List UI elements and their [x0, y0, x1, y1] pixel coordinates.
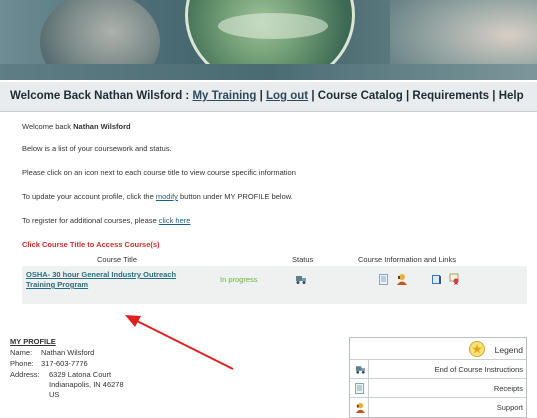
welcome-back-label: Welcome Back Nathan Wilsford : — [10, 90, 190, 102]
modify-link[interactable]: modify — [156, 192, 178, 201]
address-label: Address: — [10, 370, 40, 379]
end-of-course-instructions-icon[interactable] — [295, 274, 307, 285]
welcome-line: Welcome back Nathan Wilsford — [22, 122, 131, 131]
phone-label: Phone: — [10, 359, 34, 368]
status-badge: In progress — [220, 275, 258, 284]
phone-value: 317-603-7776 — [41, 359, 88, 368]
nav-separator: | — [492, 90, 496, 102]
welcome-name: Nathan Wilsford — [73, 122, 131, 131]
legend-header: Legend — [350, 338, 526, 360]
header-banner — [0, 0, 537, 80]
legend-item: Receipts — [350, 379, 526, 398]
legend-title: Legend — [494, 345, 523, 355]
modify-prefix: To update your account profile, click th… — [22, 192, 156, 201]
legend-item-label: Support — [496, 403, 523, 412]
top-nav: Welcome Back Nathan Wilsford : My Traini… — [0, 82, 537, 112]
nav-separator: | — [259, 90, 263, 102]
star-icon — [469, 341, 485, 357]
welcome-prefix: Welcome back — [22, 122, 74, 131]
address-line2: Indianapolis, IN 46278 — [49, 380, 124, 389]
legend-divider — [368, 360, 369, 378]
truck-icon — [355, 366, 366, 374]
support-icon[interactable] — [396, 273, 408, 285]
course-title-header: Course Title — [97, 255, 138, 264]
receipt-icon — [355, 383, 364, 394]
legend-divider — [368, 398, 369, 417]
log-out-link[interactable]: Log out — [266, 90, 308, 102]
nav-separator: | — [311, 90, 315, 102]
support-icon — [355, 402, 366, 413]
requirements-link[interactable]: Requirements — [412, 90, 489, 102]
help-link[interactable]: Help — [499, 90, 524, 102]
legend-item: Support — [350, 398, 526, 417]
address-line1: 6329 Latona Court — [49, 370, 112, 379]
course-catalog-link[interactable]: Course Catalog — [318, 90, 403, 102]
legend-item-label: End of Course Instructions — [434, 365, 523, 374]
name-value: Nathan Wilsford — [41, 348, 95, 357]
banner-strip — [0, 64, 537, 80]
nav-text: Welcome Back Nathan Wilsford : My Traini… — [10, 90, 524, 102]
course-title-link[interactable]: OSHA- 30 hour General Industry Outreach … — [26, 270, 211, 290]
click-here-link[interactable]: click here — [159, 216, 191, 225]
modify-line: To update your account profile, click th… — [22, 192, 293, 201]
my-profile-title: MY PROFILE — [10, 337, 56, 346]
address-line3: US — [49, 390, 60, 399]
register-line: To register for additional courses, plea… — [22, 216, 190, 225]
receipt-icon[interactable] — [379, 274, 388, 285]
legend-divider — [368, 379, 369, 397]
legend-item-label: Receipts — [493, 384, 523, 393]
my-training-link[interactable]: My Training — [192, 90, 256, 102]
course-title-line1: OSHA- 30 hour General Industry Outreach — [26, 270, 177, 279]
table-row: OSHA- 30 hour General Industry Outreach … — [22, 266, 527, 304]
nav-separator: | — [405, 90, 410, 102]
course-info-header: Course Information and Links — [358, 255, 456, 264]
legend-box: Legend End of Course Instructions Receip… — [349, 337, 527, 418]
certificate-icon[interactable] — [449, 273, 460, 285]
book-icon[interactable] — [431, 274, 442, 285]
register-prefix: To register for additional courses, plea… — [22, 216, 159, 225]
click-icon-line: Please click on an icon next to each cou… — [22, 168, 296, 177]
legend-item: End of Course Instructions — [350, 360, 526, 379]
coursework-line: Below is a list of your coursework and s… — [22, 144, 172, 153]
name-label: Name: — [10, 348, 33, 357]
access-course-notice: Click Course Title to Access Course(s) — [22, 240, 160, 249]
course-title-line2: Training Program — [26, 280, 89, 289]
status-header: Status — [292, 255, 314, 264]
modify-suffix: button under MY PROFILE below. — [177, 192, 293, 201]
